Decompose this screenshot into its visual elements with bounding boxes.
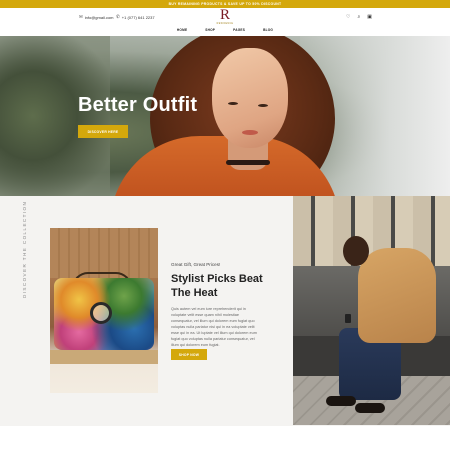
- hero-title: Better Outfit: [78, 94, 198, 116]
- product-image[interactable]: [50, 228, 158, 393]
- logo-subtitle: RESIDENCE: [216, 22, 234, 25]
- photo-phone: [345, 314, 351, 323]
- shop-now-button[interactable]: SHOP NOW: [171, 349, 207, 360]
- site-header: ✉ info@gmail.com ✆ +1 (077) 641 2237 R R…: [0, 8, 450, 36]
- nav-home[interactable]: HOME: [177, 28, 187, 32]
- hero-model-eye-right: [258, 104, 268, 107]
- nav-pages[interactable]: PAGES: [233, 28, 245, 32]
- collection-vertical-label[interactable]: DISCOVER THE COLLECTION: [22, 201, 27, 298]
- hero-model-choker: [226, 160, 270, 165]
- hero-banner: Better Outfit DISCOVER HERE: [0, 36, 450, 196]
- photo-shoe-right: [355, 403, 385, 413]
- feature-title: Stylist Picks Beat The Heat: [171, 273, 263, 299]
- phone-text: +1 (077) 641 2237: [121, 14, 155, 20]
- discover-button[interactable]: DISCOVER HERE: [78, 125, 128, 138]
- header-icons: ♡ ⌕ ▣: [346, 14, 372, 20]
- site-logo[interactable]: R RESIDENCE: [212, 7, 238, 26]
- nav-shop[interactable]: SHOP: [205, 28, 215, 32]
- logo-mark: R: [219, 7, 230, 23]
- bag-icon[interactable]: ▣: [367, 14, 372, 20]
- photo-model-coat: [358, 248, 436, 343]
- feature-body: Quis autem vel eum iure reprehenderit qu…: [171, 307, 257, 347]
- page: BUY REMAINING PRODUCTS & SAVE UP TO 50% …: [0, 0, 450, 450]
- feature-subtitle: Great Gift, Great Prices!: [171, 262, 221, 267]
- bag-clasp: [90, 302, 112, 324]
- main-nav: HOME SHOP PAGES BLOG: [0, 28, 450, 32]
- photo-model-head: [343, 236, 369, 266]
- photo-shoe-left: [326, 396, 356, 406]
- lifestyle-photo: [293, 196, 450, 425]
- product-backdrop: [50, 228, 158, 278]
- product-table: [50, 350, 158, 364]
- hero-model-eye-left: [228, 102, 238, 105]
- nav-blog[interactable]: BLOG: [263, 28, 273, 32]
- phone-contact[interactable]: ✆ +1 (077) 641 2237: [116, 14, 155, 20]
- email-contact[interactable]: ✉ info@gmail.com: [79, 14, 114, 20]
- phone-icon: ✆: [116, 14, 120, 19]
- email-text: info@gmail.com: [84, 14, 114, 20]
- hero-model-lips: [242, 130, 258, 135]
- heart-icon[interactable]: ♡: [346, 14, 350, 20]
- mail-icon: ✉: [79, 14, 83, 19]
- search-icon[interactable]: ⌕: [357, 14, 360, 20]
